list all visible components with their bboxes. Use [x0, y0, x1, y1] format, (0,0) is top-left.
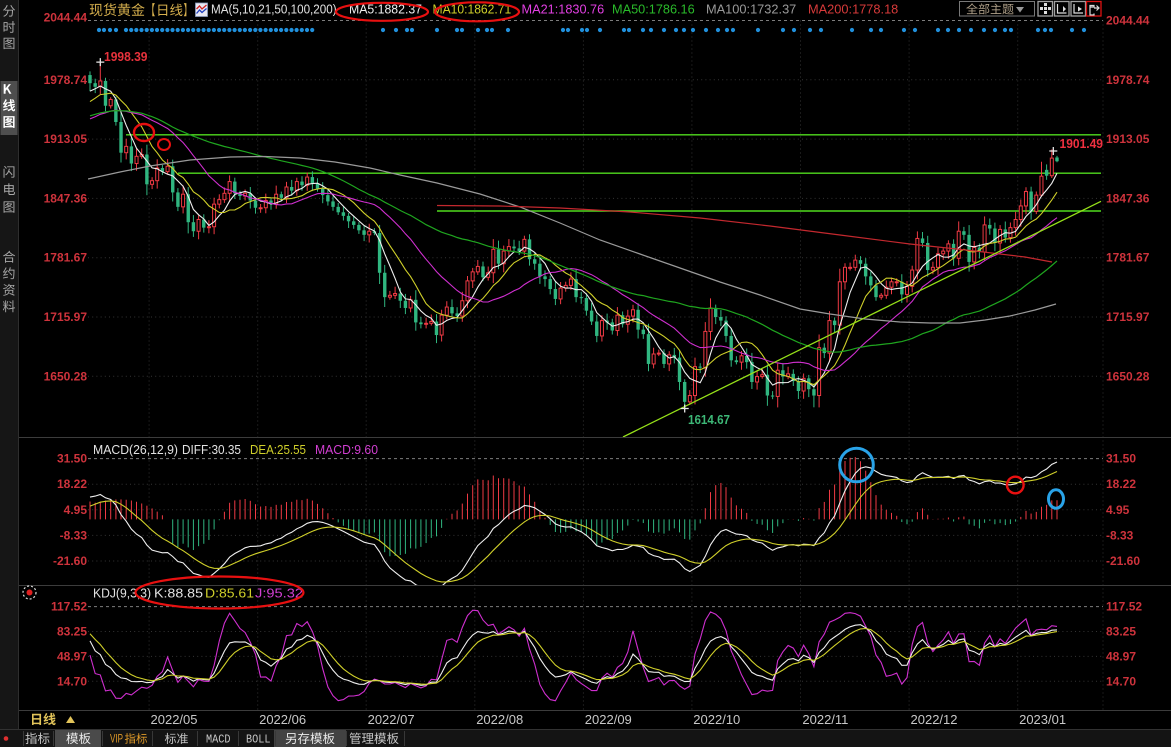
- svg-text:-8.33: -8.33: [60, 528, 88, 542]
- svg-text:48.97: 48.97: [1106, 649, 1136, 663]
- svg-text:MA21:1830.76: MA21:1830.76: [522, 3, 605, 17]
- svg-text:MACD(26,12,9): MACD(26,12,9): [93, 442, 178, 457]
- svg-text:2044.44: 2044.44: [1106, 14, 1150, 28]
- svg-text:DIFF:30.35: DIFF:30.35: [182, 442, 241, 457]
- svg-text:1781.67: 1781.67: [1106, 251, 1150, 265]
- svg-text:2022/09: 2022/09: [585, 712, 632, 727]
- svg-text:1998.39: 1998.39: [104, 50, 148, 64]
- svg-text:1913.05: 1913.05: [44, 132, 88, 146]
- svg-text:1978.74: 1978.74: [44, 73, 88, 87]
- svg-text:DEA:25.55: DEA:25.55: [250, 442, 306, 457]
- svg-text:117.52: 117.52: [1106, 600, 1142, 614]
- svg-text:1715.97: 1715.97: [44, 310, 88, 324]
- svg-text:14.70: 14.70: [57, 674, 87, 688]
- svg-text:83.25: 83.25: [57, 625, 87, 639]
- svg-text:MA200:1778.18: MA200:1778.18: [808, 3, 898, 17]
- svg-text:18.22: 18.22: [1106, 477, 1136, 491]
- svg-text:83.25: 83.25: [1106, 625, 1136, 639]
- svg-text:1978.74: 1978.74: [1106, 73, 1150, 87]
- svg-text:117.52: 117.52: [51, 600, 87, 614]
- svg-text:18.22: 18.22: [57, 477, 87, 491]
- svg-text:K:88.85: K:88.85: [154, 586, 203, 601]
- svg-text:1650.28: 1650.28: [44, 369, 88, 383]
- svg-text:MA(5,10,21,50,100,200): MA(5,10,21,50,100,200): [211, 3, 337, 17]
- svg-text:2023/01: 2023/01: [1019, 712, 1066, 727]
- svg-text:2022/07: 2022/07: [368, 712, 415, 727]
- svg-text:MA100:1732.37: MA100:1732.37: [706, 3, 796, 17]
- svg-text:1913.05: 1913.05: [1106, 132, 1150, 146]
- svg-text:2022/11: 2022/11: [802, 712, 848, 727]
- svg-text:14.70: 14.70: [1106, 674, 1136, 688]
- svg-text:31.50: 31.50: [1106, 452, 1136, 466]
- svg-text:2022/05: 2022/05: [151, 712, 198, 727]
- svg-text:2022/06: 2022/06: [259, 712, 306, 727]
- svg-text:1650.28: 1650.28: [1106, 369, 1150, 383]
- svg-text:4.95: 4.95: [64, 503, 88, 517]
- svg-text:31.50: 31.50: [57, 452, 87, 466]
- svg-text:2022/10: 2022/10: [693, 712, 740, 727]
- svg-text:1847.36: 1847.36: [44, 191, 88, 205]
- svg-text:1901.49: 1901.49: [1060, 137, 1104, 151]
- svg-text:1614.67: 1614.67: [688, 413, 730, 427]
- svg-text:4.95: 4.95: [1106, 503, 1130, 517]
- svg-text:48.97: 48.97: [57, 649, 87, 663]
- svg-text:MA50:1786.16: MA50:1786.16: [612, 3, 695, 17]
- svg-text:1847.36: 1847.36: [1106, 191, 1150, 205]
- svg-text:-21.60: -21.60: [1106, 554, 1140, 568]
- svg-text:-21.60: -21.60: [53, 554, 87, 568]
- svg-text:2044.44: 2044.44: [44, 11, 88, 25]
- svg-text:1781.67: 1781.67: [44, 251, 88, 265]
- svg-text:MACD: MACD: [206, 733, 231, 747]
- svg-text:-8.33: -8.33: [1106, 528, 1134, 542]
- svg-text:D:85.61: D:85.61: [205, 586, 254, 601]
- svg-text:1715.97: 1715.97: [1106, 310, 1150, 324]
- svg-text:VIP: VIP: [110, 734, 123, 746]
- svg-text:2022/12: 2022/12: [911, 712, 958, 727]
- svg-text:MACD:9.60: MACD:9.60: [315, 442, 378, 457]
- svg-text:BOLL: BOLL: [246, 733, 271, 747]
- svg-text:2022/08: 2022/08: [476, 712, 523, 727]
